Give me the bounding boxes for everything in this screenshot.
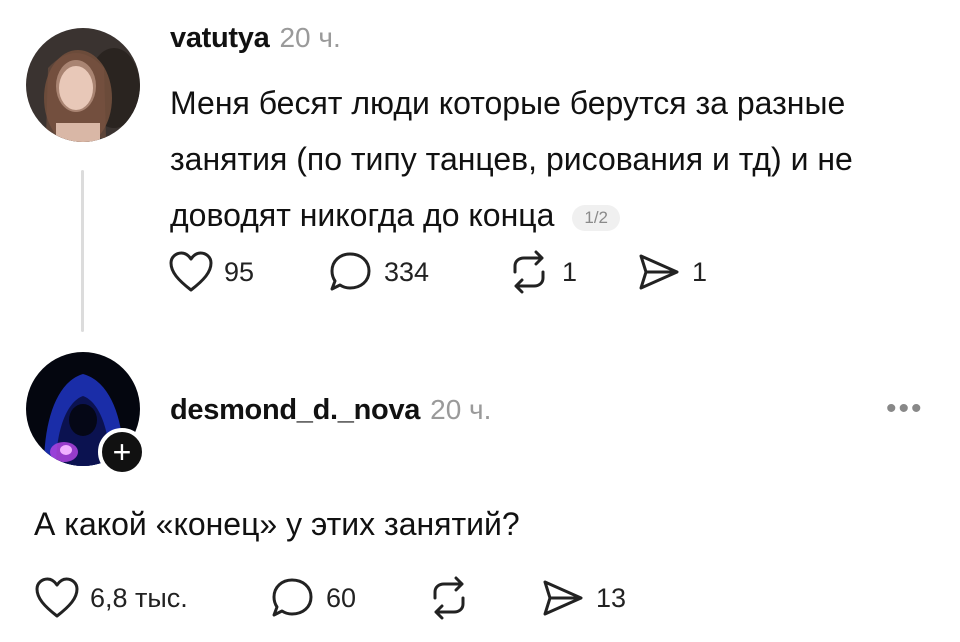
reply-share-button[interactable]: 13 [540, 576, 626, 620]
like-count: 95 [224, 256, 255, 287]
heart-icon [34, 576, 80, 620]
reply-comment-button[interactable]: 60 [270, 576, 356, 620]
more-dots-icon[interactable]: ••• [886, 392, 924, 426]
avatar-vatutya[interactable] [26, 28, 140, 142]
post-username[interactable]: vatutya [170, 22, 270, 55]
follow-button[interactable]: + [98, 428, 146, 476]
comment-count: 334 [384, 256, 430, 287]
thread-counter-badge: 1/2 [572, 204, 620, 231]
share-count: 1 [692, 256, 708, 287]
reply-repost-button[interactable] [426, 576, 472, 620]
post-text-line: Меня бесят люди которые берутся за разны… [170, 85, 846, 121]
reply-time: 20 ч. [430, 394, 492, 425]
send-icon [540, 576, 586, 620]
thread-line [81, 170, 84, 332]
reply-like-button[interactable]: 6,8 тыс. [34, 576, 188, 620]
heart-icon [168, 250, 214, 294]
comment-button[interactable]: 334 [328, 250, 429, 294]
post-header: vatutya 20 ч. [170, 22, 341, 62]
reply-comment-count: 60 [326, 582, 357, 613]
post-text: Меня бесят люди которые берутся за разны… [170, 75, 950, 243]
reply-text: А какой «конец» у этих занятий? [34, 506, 520, 542]
comment-bubble-icon [328, 250, 374, 294]
repost-icon [426, 576, 472, 620]
repost-icon [506, 250, 552, 294]
reply-username[interactable]: desmond_d._nova [170, 394, 420, 427]
reply-like-count: 6,8 тыс. [90, 582, 188, 613]
post-text-line: доводят никогда до конца 1/2 [170, 187, 950, 243]
share-button[interactable]: 1 [636, 250, 707, 294]
repost-button[interactable]: 1 [506, 250, 577, 294]
comment-bubble-icon [270, 576, 316, 620]
repost-count: 1 [562, 256, 578, 287]
post-time: 20 ч. [279, 22, 341, 53]
send-icon [636, 250, 682, 294]
post-text-line: занятия (по типу танцев, рисования и тд)… [170, 141, 853, 177]
reply-share-count: 13 [596, 582, 627, 613]
plus-icon: + [112, 434, 132, 470]
reply-header: desmond_d._nova 20 ч. [170, 394, 491, 434]
like-button[interactable]: 95 [168, 250, 254, 294]
